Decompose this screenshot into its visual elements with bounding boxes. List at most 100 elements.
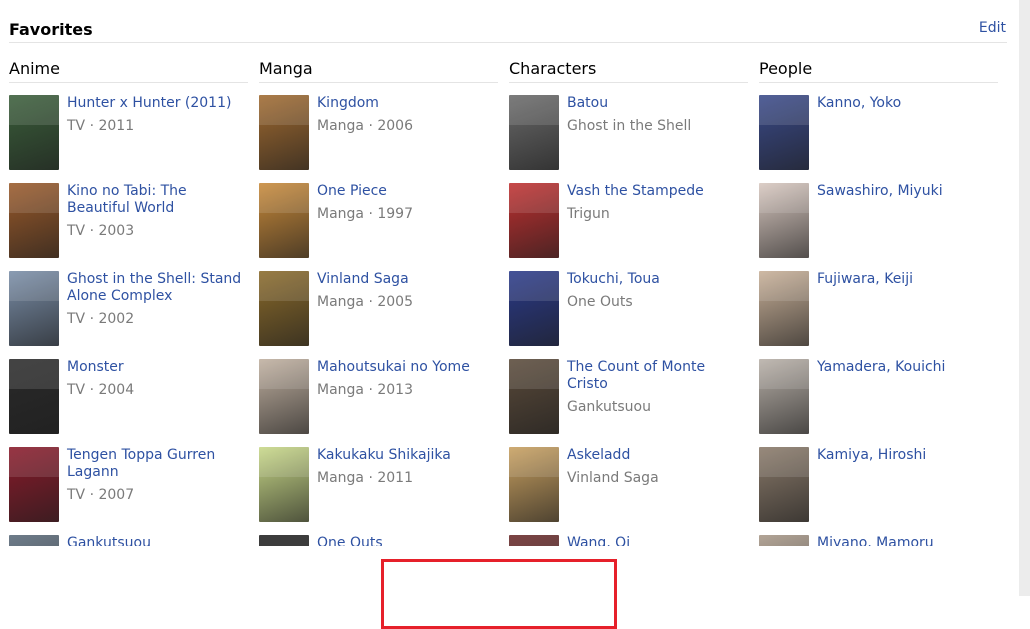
- list-item[interactable]: Kingdom Manga · 2006: [259, 95, 498, 173]
- item-meta: Manga · 2006: [317, 118, 413, 134]
- item-title-link[interactable]: Batou: [567, 95, 748, 112]
- list-item[interactable]: Vinland Saga Manga · 2005: [259, 271, 498, 349]
- item-title-link[interactable]: Tokuchi, Toua: [567, 271, 748, 288]
- column-header-anime: Anime: [9, 58, 248, 83]
- cover-image[interactable]: [259, 271, 309, 346]
- item-title-link[interactable]: Kanno, Yoko: [817, 95, 998, 112]
- item-meta: Trigun: [567, 206, 610, 222]
- cover-image[interactable]: [259, 95, 309, 170]
- item-meta: TV · 2002: [67, 311, 135, 327]
- character-image[interactable]: [509, 183, 559, 258]
- anime-column: Anime Hunter x Hunter (2011) TV · 2011 K…: [9, 58, 248, 546]
- people-column: People Kanno, Yoko Sawashiro, Miyuki Fuj…: [759, 58, 998, 546]
- character-image[interactable]: [509, 447, 559, 522]
- item-title-link[interactable]: Monster: [67, 359, 248, 376]
- item-title-link[interactable]: Kakukaku Shikajika: [317, 447, 498, 464]
- characters-column: Characters Batou Ghost in the Shell Vash…: [509, 58, 748, 546]
- person-photo[interactable]: [759, 447, 809, 522]
- item-title-link[interactable]: The Count of Monte Cristo: [567, 359, 748, 393]
- item-title-link[interactable]: Miyano, Mamoru: [817, 535, 998, 546]
- cover-image[interactable]: [259, 447, 309, 522]
- list-item[interactable]: Askeladd Vinland Saga: [509, 447, 748, 525]
- character-image[interactable]: [509, 359, 559, 434]
- list-item[interactable]: Yamadera, Kouichi: [759, 359, 998, 437]
- item-title-link[interactable]: Wang, Qi: [567, 535, 748, 546]
- list-item[interactable]: Tengen Toppa Gurren Lagann TV · 2007: [9, 447, 248, 525]
- list-item[interactable]: Miyano, Mamoru: [759, 535, 998, 546]
- item-meta: TV · 2004: [67, 382, 135, 398]
- item-title-link[interactable]: Vash the Stampede: [567, 183, 748, 200]
- item-title-link[interactable]: Mahoutsukai no Yome: [317, 359, 498, 376]
- favorites-title: Favorites: [9, 20, 93, 39]
- item-title-link[interactable]: Gankutsuou: [67, 535, 248, 546]
- item-title-link[interactable]: Tengen Toppa Gurren Lagann: [67, 447, 248, 481]
- list-item[interactable]: Sawashiro, Miyuki: [759, 183, 998, 261]
- list-item[interactable]: Hunter x Hunter (2011) TV · 2011: [9, 95, 248, 173]
- item-title-link[interactable]: Kingdom: [317, 95, 498, 112]
- item-meta: Manga · 2005: [317, 294, 413, 310]
- list-item[interactable]: The Count of Monte Cristo Gankutsuou: [509, 359, 748, 437]
- item-title-link[interactable]: Kamiya, Hiroshi: [817, 447, 998, 464]
- person-photo[interactable]: [759, 183, 809, 258]
- item-title-link[interactable]: Askeladd: [567, 447, 748, 464]
- list-item[interactable]: Vash the Stampede Trigun: [509, 183, 748, 261]
- character-image[interactable]: [509, 271, 559, 346]
- cover-image[interactable]: [9, 183, 59, 258]
- item-meta: TV · 2003: [67, 223, 135, 239]
- cover-image[interactable]: [9, 359, 59, 434]
- list-item[interactable]: Kamiya, Hiroshi: [759, 447, 998, 525]
- cover-image[interactable]: [259, 535, 309, 546]
- item-title-link[interactable]: Kino no Tabi: The Beautiful World: [67, 183, 248, 217]
- item-title-link[interactable]: Yamadera, Kouichi: [817, 359, 998, 376]
- cover-image[interactable]: [9, 447, 59, 522]
- item-title-link[interactable]: One Piece: [317, 183, 498, 200]
- item-title-link[interactable]: Sawashiro, Miyuki: [817, 183, 998, 200]
- person-photo[interactable]: [759, 535, 809, 546]
- character-image[interactable]: [509, 95, 559, 170]
- column-header-manga: Manga: [259, 58, 498, 83]
- column-header-people: People: [759, 58, 998, 83]
- list-item[interactable]: One Outs: [259, 535, 498, 546]
- item-meta: Manga · 1997: [317, 206, 413, 222]
- list-item[interactable]: Tokuchi, Toua One Outs: [509, 271, 748, 349]
- item-meta: Vinland Saga: [567, 470, 659, 486]
- item-meta: TV · 2011: [67, 118, 135, 134]
- list-item[interactable]: Ghost in the Shell: Stand Alone Complex …: [9, 271, 248, 349]
- item-title-link[interactable]: Fujiwara, Keiji: [817, 271, 998, 288]
- item-title-link[interactable]: Hunter x Hunter (2011): [67, 95, 248, 112]
- cover-image[interactable]: [9, 95, 59, 170]
- person-photo[interactable]: [759, 95, 809, 170]
- list-item[interactable]: Kakukaku Shikajika Manga · 2011: [259, 447, 498, 525]
- list-item[interactable]: Kanno, Yoko: [759, 95, 998, 173]
- list-item[interactable]: Mahoutsukai no Yome Manga · 2013: [259, 359, 498, 437]
- item-title-link[interactable]: Ghost in the Shell: Stand Alone Complex: [67, 271, 248, 305]
- list-item[interactable]: Batou Ghost in the Shell: [509, 95, 748, 173]
- highlight-box: [381, 559, 617, 629]
- list-item[interactable]: Gankutsuou: [9, 535, 248, 546]
- item-title-link[interactable]: One Outs: [317, 535, 498, 546]
- list-item[interactable]: One Piece Manga · 1997: [259, 183, 498, 261]
- list-item[interactable]: Wang, Qi: [509, 535, 748, 546]
- cover-image[interactable]: [9, 271, 59, 346]
- character-image[interactable]: [509, 535, 559, 546]
- item-title-link[interactable]: Vinland Saga: [317, 271, 498, 288]
- list-item[interactable]: Fujiwara, Keiji: [759, 271, 998, 349]
- list-item[interactable]: Kino no Tabi: The Beautiful World TV · 2…: [9, 183, 248, 261]
- column-header-characters: Characters: [509, 58, 748, 83]
- edit-link[interactable]: Edit: [979, 18, 1006, 38]
- item-meta: Manga · 2013: [317, 382, 413, 398]
- item-meta: TV · 2007: [67, 487, 135, 503]
- favorites-header: Favorites Edit: [9, 20, 1007, 43]
- item-meta: Gankutsuou: [567, 399, 651, 415]
- item-meta: One Outs: [567, 294, 633, 310]
- cover-image[interactable]: [259, 359, 309, 434]
- list-item[interactable]: Monster TV · 2004: [9, 359, 248, 437]
- item-meta: Manga · 2011: [317, 470, 413, 486]
- cover-image[interactable]: [259, 183, 309, 258]
- page-scrollbar-track[interactable]: [1019, 0, 1030, 596]
- person-photo[interactable]: [759, 359, 809, 434]
- cover-image[interactable]: [9, 535, 59, 546]
- person-photo[interactable]: [759, 271, 809, 346]
- item-meta: Ghost in the Shell: [567, 118, 692, 134]
- manga-column: Manga Kingdom Manga · 2006 One Piece Man…: [259, 58, 498, 546]
